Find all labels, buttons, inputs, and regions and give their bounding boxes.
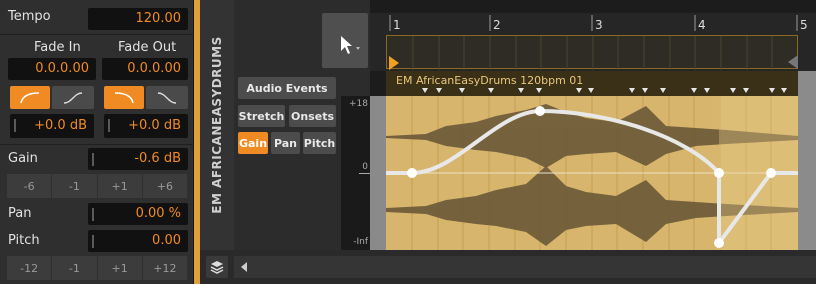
onsets-button[interactable]: Onsets [289, 105, 336, 127]
fade-in-db-meter [14, 119, 16, 132]
gain-tab[interactable]: Gain [238, 132, 268, 154]
pan-meter [92, 208, 94, 221]
pitch-step-minus1[interactable]: -1 [52, 256, 97, 280]
gain-step-minus6[interactable]: -6 [7, 174, 52, 198]
gain-step-minus1[interactable]: -1 [52, 174, 97, 198]
pan-value: 0.00 % [135, 206, 181, 221]
fade-out-db-meter [108, 119, 110, 132]
pitch-step-plus1[interactable]: +1 [97, 256, 142, 280]
bar-5-label: 5 [800, 18, 808, 32]
fade-out-db-value: +0.0 dB [128, 118, 181, 133]
scale-bottom-label: -Inf [353, 237, 368, 247]
pitch-step-minus12[interactable]: -12 [7, 256, 52, 280]
bar-1-label: 1 [393, 18, 401, 32]
scale-top-label: +18 [349, 99, 368, 109]
pitch-label: Pitch [8, 233, 40, 248]
audio-events-button[interactable]: Audio Events [238, 77, 336, 99]
tempo-field[interactable]: 120.00 [88, 8, 188, 30]
fade-in-db-value: +0.0 dB [34, 118, 87, 133]
fade-out-curve-log-button[interactable] [104, 86, 144, 109]
loop-end-marker-icon[interactable] [786, 55, 800, 69]
bar-4-label: 4 [698, 18, 706, 32]
pitch-value: 0.00 [152, 233, 181, 248]
inspector-panel: Tempo 120.00 Fade In Fade Out 0.0.0.00 0… [0, 0, 194, 284]
clip-post-region [798, 71, 816, 250]
clip-pre-region [370, 96, 386, 250]
curve-s-icon [63, 91, 83, 104]
track-name-container: EM AFRICANEASYDRUMS [200, 0, 234, 250]
gain-field[interactable]: -0.6 dB [88, 148, 188, 170]
layers-button[interactable] [206, 256, 228, 278]
gain-scale: +18 0 -Inf [341, 96, 371, 250]
fade-out-db-field[interactable]: +0.0 dB [104, 114, 188, 138]
gain-meter [92, 153, 94, 166]
gain-step-buttons: -6 -1 +1 +6 [7, 174, 187, 198]
curve-s-down-icon [157, 91, 177, 104]
bar-2-label: 2 [493, 18, 501, 32]
fade-out-field[interactable]: 0.0.0.00 [102, 58, 188, 80]
fade-out-label: Fade Out [118, 40, 177, 55]
pitch-meter [92, 235, 94, 248]
fade-in-curve-log-button[interactable] [10, 86, 50, 109]
scroll-left-icon[interactable] [234, 256, 256, 278]
pitch-step-buttons: -12 -1 +1 +12 [7, 256, 187, 280]
fade-in-db-field[interactable]: +0.0 dB [10, 114, 94, 138]
pitch-step-plus12[interactable]: +12 [142, 256, 187, 280]
bar-3-label: 3 [595, 18, 603, 32]
pitch-tab[interactable]: Pitch [303, 132, 336, 154]
fade-out-curve-s-button[interactable] [146, 86, 188, 109]
pointer-tool-button[interactable] [322, 13, 368, 68]
gain-label: Gain [8, 151, 38, 166]
clip-header[interactable]: EM AfricanEasyDrums 120bpm 01 [386, 71, 798, 96]
track-name: EM AFRICANEASYDRUMS [210, 36, 224, 214]
pan-tab[interactable]: Pan [271, 132, 300, 154]
audio-clip[interactable] [386, 96, 798, 250]
fade-in-label: Fade In [34, 40, 81, 55]
fade-in-curve-s-button[interactable] [52, 86, 94, 109]
onset-markers [422, 88, 787, 93]
curve-convex-icon [20, 91, 40, 103]
curve-convex-down-icon [114, 91, 134, 103]
gain-step-plus6[interactable]: +6 [142, 174, 187, 198]
pitch-field[interactable]: 0.00 [88, 230, 188, 252]
pan-field[interactable]: 0.00 % [88, 203, 188, 225]
fade-in-field[interactable]: 0.0.0.00 [8, 58, 96, 80]
bottom-scroll-bar [200, 250, 816, 284]
horizontal-scrollbar[interactable] [234, 256, 816, 278]
tempo-label: Tempo [8, 9, 51, 24]
ruler-grid [389, 36, 773, 70]
gain-step-plus1[interactable]: +1 [97, 174, 142, 198]
loop-region[interactable] [386, 35, 798, 70]
waveform [386, 96, 798, 250]
pointer-icon [341, 36, 360, 54]
gain-value: -0.6 dB [134, 151, 181, 166]
stretch-button[interactable]: Stretch [238, 105, 285, 127]
scale-mid-label: 0 [362, 162, 368, 172]
layers-icon [210, 261, 224, 274]
pan-label: Pan [8, 206, 32, 221]
